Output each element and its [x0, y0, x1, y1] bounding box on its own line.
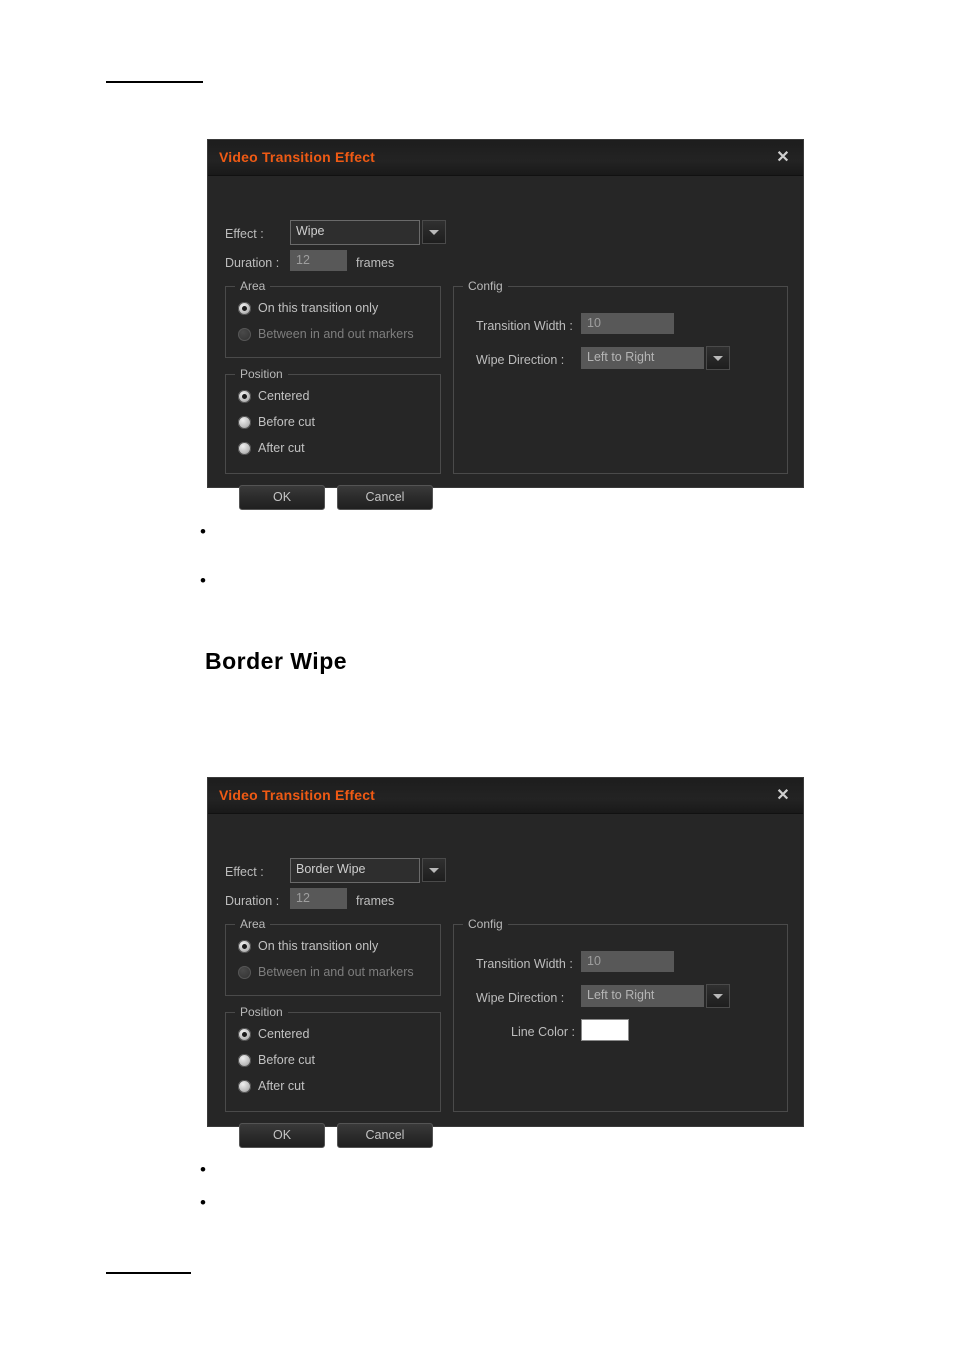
radio-label: Between in and out markers [258, 965, 414, 979]
dialog-body: Effect : Border Wipe Duration : 12 frame… [208, 814, 803, 1148]
config-group-title: Config [463, 279, 508, 293]
radio-label: Before cut [258, 415, 315, 429]
radio-indicator [238, 939, 251, 953]
transition-width-input[interactable]: 10 [581, 313, 674, 334]
radio-indicator [238, 415, 251, 429]
radio-indicator [238, 389, 251, 403]
radio-label: Centered [258, 1027, 310, 1041]
radio-indicator [238, 1079, 251, 1093]
redacted-header-rule [106, 81, 203, 83]
dialog-body: Effect : Wipe Duration : 12 frames Area … [208, 176, 803, 510]
radio-after-cut[interactable]: After cut [238, 1079, 305, 1093]
chevron-down-icon[interactable] [422, 220, 446, 244]
dialog-title: Video Transition Effect [219, 787, 376, 803]
area-groupbox: Area On this transition only Between in … [225, 279, 441, 358]
radio-indicator [238, 301, 251, 315]
radio-after-cut[interactable]: After cut [238, 441, 305, 455]
radio-label: Between in and out markers [258, 327, 414, 341]
position-groupbox: Position Centered Before cut After cut [225, 1005, 441, 1112]
cancel-button[interactable]: Cancel [337, 485, 433, 510]
duration-input[interactable]: 12 [290, 888, 347, 909]
duration-input[interactable]: 12 [290, 250, 347, 271]
radio-centered[interactable]: Centered [238, 389, 309, 403]
chevron-down-icon[interactable] [706, 984, 730, 1008]
transition-width-label: Transition Width : [476, 319, 573, 333]
area-groupbox: Area On this transition only Between in … [225, 917, 441, 996]
radio-label: On this transition only [258, 939, 379, 953]
duration-label: Duration : [225, 894, 280, 908]
ok-button[interactable]: OK [239, 485, 325, 510]
chevron-down-icon[interactable] [422, 858, 446, 882]
close-icon[interactable]: ✕ [772, 147, 794, 169]
radio-between-in-and-out-markers[interactable]: Between in and out markers [238, 965, 414, 979]
duration-label: Duration : [225, 256, 280, 270]
dialog-titlebar: Video Transition Effect ✕ [208, 140, 803, 176]
radio-indicator [238, 1053, 251, 1067]
radio-indicator [238, 1027, 251, 1041]
area-group-title: Area [235, 279, 271, 293]
wipe-direction-label: Wipe Direction : [476, 353, 565, 367]
radio-label: Before cut [258, 1053, 315, 1067]
config-groupbox: Config Transition Width : 10 Wipe Direct… [453, 279, 788, 474]
radio-label: After cut [258, 1079, 305, 1093]
cancel-button[interactable]: Cancel [337, 1123, 433, 1148]
transition-width-label: Transition Width : [476, 957, 573, 971]
list-item [200, 1195, 214, 1214]
duration-units-label: frames [356, 894, 395, 908]
redacted-footer-rule [106, 1272, 191, 1274]
transition-width-input[interactable]: 10 [581, 951, 674, 972]
list-item [200, 573, 214, 592]
wipe-direction-select[interactable]: Left to Right [581, 985, 704, 1007]
bullet-list-upper [200, 524, 214, 625]
effect-input[interactable]: Wipe [290, 220, 420, 245]
config-group-title: Config [463, 917, 508, 931]
position-group-title: Position [235, 1005, 288, 1019]
chevron-down-icon[interactable] [706, 346, 730, 370]
video-transition-effect-dialog-border-wipe: Video Transition Effect ✕ Effect : Borde… [207, 777, 804, 1148]
radio-before-cut[interactable]: Before cut [238, 1053, 315, 1067]
radio-label: Centered [258, 389, 310, 403]
config-groupbox: Config Transition Width : 10 Wipe Direct… [453, 917, 788, 1112]
effect-input[interactable]: Border Wipe [290, 858, 420, 883]
list-item [200, 524, 214, 543]
close-icon[interactable]: ✕ [772, 785, 794, 807]
position-groupbox: Position Centered Before cut After cut [225, 367, 441, 474]
bullet-list-lower [200, 1162, 214, 1231]
list-item [200, 1162, 214, 1181]
duration-units-label: frames [356, 256, 395, 270]
radio-on-this-transition-only[interactable]: On this transition only [238, 939, 378, 953]
effect-label: Effect : [225, 227, 264, 241]
radio-indicator [238, 327, 251, 341]
effect-label: Effect : [225, 865, 264, 879]
radio-indicator [238, 965, 251, 979]
radio-label: After cut [258, 441, 305, 455]
line-color-label: Line Color : [511, 1025, 575, 1039]
dialog-title: Video Transition Effect [219, 149, 376, 165]
dialog-titlebar: Video Transition Effect ✕ [208, 778, 803, 814]
radio-on-this-transition-only[interactable]: On this transition only [238, 301, 378, 315]
radio-before-cut[interactable]: Before cut [238, 415, 315, 429]
ok-button[interactable]: OK [239, 1123, 325, 1148]
area-group-title: Area [235, 917, 271, 931]
line-color-swatch[interactable] [581, 1019, 629, 1041]
radio-centered[interactable]: Centered [238, 1027, 309, 1041]
page-title: Border Wipe [205, 648, 348, 674]
wipe-direction-select[interactable]: Left to Right [581, 347, 704, 369]
radio-between-in-and-out-markers[interactable]: Between in and out markers [238, 327, 414, 341]
video-transition-effect-dialog-wipe: Video Transition Effect ✕ Effect : Wipe … [207, 139, 804, 510]
radio-label: On this transition only [258, 301, 379, 315]
wipe-direction-label: Wipe Direction : [476, 991, 565, 1005]
position-group-title: Position [235, 367, 288, 381]
radio-indicator [238, 441, 251, 455]
